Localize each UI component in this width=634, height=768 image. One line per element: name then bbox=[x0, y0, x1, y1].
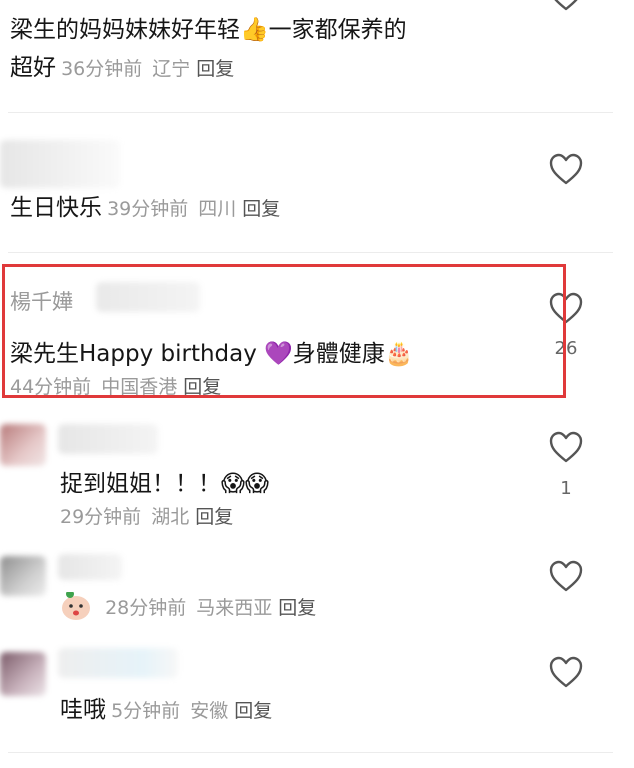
blurred-username bbox=[0, 140, 120, 188]
like-count: 1 bbox=[560, 478, 572, 499]
divider bbox=[8, 752, 613, 753]
like-heart-icon[interactable] bbox=[548, 152, 584, 186]
comment-time: 28分钟前 bbox=[105, 596, 187, 619]
like-heart-icon[interactable] bbox=[548, 0, 584, 12]
comment-1-text-line2: 超好 bbox=[10, 55, 56, 81]
comment-4-meta: 29分钟前 湖北 回复 bbox=[60, 502, 233, 529]
like-heart-icon[interactable] bbox=[548, 655, 584, 689]
comment-6-text: 哇哦 bbox=[60, 697, 106, 723]
comment-location: 安徽 bbox=[190, 700, 229, 722]
reply-button[interactable]: 回复 bbox=[195, 506, 233, 528]
reply-button[interactable]: 回复 bbox=[242, 198, 280, 220]
comment-time: 29分钟前 bbox=[60, 506, 142, 528]
blurred-username bbox=[58, 648, 178, 678]
reply-button[interactable]: 回复 bbox=[196, 58, 234, 80]
divider bbox=[8, 252, 613, 253]
like-heart-icon[interactable] bbox=[548, 559, 584, 593]
blurred-avatar bbox=[0, 424, 46, 466]
comment-2-meta: 39分钟前 四川 回复 bbox=[107, 198, 280, 220]
blurred-username bbox=[58, 554, 122, 580]
comment-location: 四川 bbox=[198, 198, 237, 220]
comment-time: 39分钟前 bbox=[107, 198, 189, 220]
comment-time: 5分钟前 bbox=[111, 700, 181, 722]
blurred-avatar bbox=[0, 652, 46, 696]
like-heart-icon[interactable] bbox=[548, 430, 584, 464]
comment-1-text-line1: 梁生的妈妈妹妹好年轻👍一家都保养的 bbox=[10, 17, 407, 43]
reply-button[interactable]: 回复 bbox=[278, 597, 316, 619]
reply-button[interactable]: 回复 bbox=[234, 700, 272, 722]
comment-time: 36分钟前 bbox=[61, 58, 143, 80]
comment-2-text: 生日快乐 bbox=[10, 195, 102, 221]
comment-location: 马来西亚 bbox=[196, 596, 273, 619]
comment-location: 辽宁 bbox=[152, 58, 191, 80]
comment-6-meta: 5分钟前 安徽 回复 bbox=[111, 700, 272, 722]
comment-location: 湖北 bbox=[151, 506, 190, 528]
sticker-emoji bbox=[60, 590, 92, 626]
blurred-avatar bbox=[0, 556, 46, 596]
divider bbox=[8, 112, 613, 113]
comment-4-text: 捉到姐姐！！！😱😱 bbox=[60, 471, 269, 497]
comment-1-meta: 36分钟前 辽宁 回复 bbox=[61, 58, 234, 80]
comment-5-row: 28分钟前 马来西亚 回复 bbox=[60, 590, 316, 626]
highlight-box bbox=[2, 264, 566, 398]
blurred-username bbox=[58, 424, 158, 454]
